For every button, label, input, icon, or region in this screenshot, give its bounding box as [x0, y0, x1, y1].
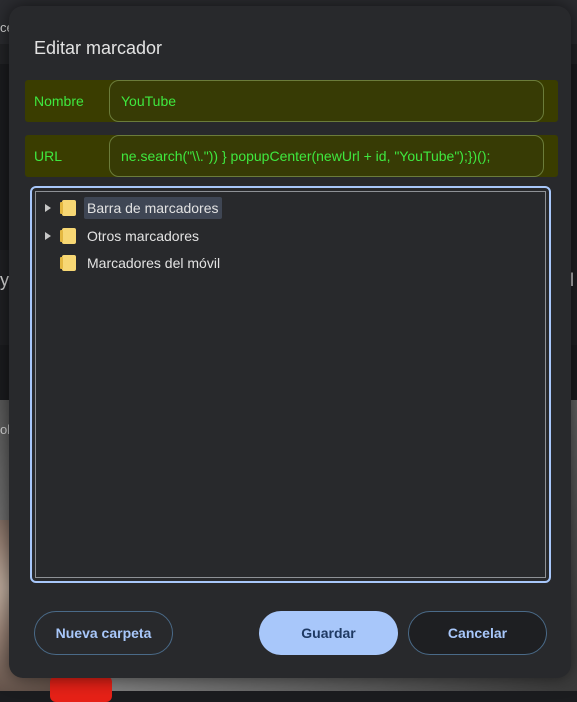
folder-icon: [60, 255, 76, 271]
expand-arrow-placeholder: [45, 259, 51, 267]
tree-item-bookmarks-bar[interactable]: Barra de marcadores: [36, 195, 222, 221]
folder-tree-list: Barra de marcadores Otros marcadores Mar…: [35, 191, 546, 578]
tree-item-label: Marcadores del móvil: [87, 255, 221, 271]
tree-item-label: Otros marcadores: [87, 228, 200, 244]
name-input[interactable]: YouTube: [109, 80, 544, 122]
tree-item-other-bookmarks[interactable]: Otros marcadores: [36, 223, 202, 249]
expand-arrow-icon[interactable]: [45, 232, 51, 240]
youtube-play-icon: [50, 676, 112, 702]
edit-bookmark-dialog: Editar marcador Nombre YouTube URL ne.se…: [9, 6, 571, 678]
url-input-value: ne.search("\\.")) } popupCenter(newUrl +…: [121, 148, 491, 164]
save-button[interactable]: Guardar: [259, 611, 398, 655]
tree-item-label: Barra de marcadores: [84, 197, 222, 219]
new-folder-button[interactable]: Nueva carpeta: [34, 611, 173, 655]
url-label: URL: [34, 148, 63, 164]
tree-item-mobile-bookmarks[interactable]: Marcadores del móvil: [36, 250, 223, 276]
folder-tree: Barra de marcadores Otros marcadores Mar…: [30, 186, 551, 583]
url-input[interactable]: ne.search("\\.")) } popupCenter(newUrl +…: [109, 135, 544, 177]
name-label: Nombre: [34, 93, 84, 109]
url-field-row: URL ne.search("\\.")) } popupCenter(newU…: [25, 135, 558, 177]
cancel-button[interactable]: Cancelar: [408, 611, 547, 655]
folder-icon: [60, 228, 76, 244]
folder-icon: [60, 200, 76, 216]
expand-arrow-icon[interactable]: [45, 204, 51, 212]
background-text-fragment: y: [0, 270, 9, 290]
name-field-row: Nombre YouTube: [25, 80, 558, 122]
dialog-title: Editar marcador: [34, 38, 163, 58]
